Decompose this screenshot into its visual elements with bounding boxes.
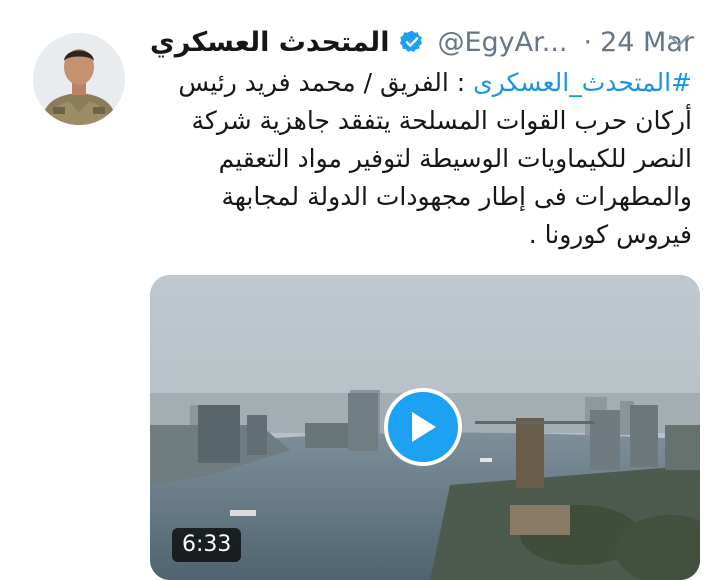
tweet-text: #المتحدث_العسكرى : الفريق / محمد فريد رئ…	[150, 64, 692, 254]
avatar[interactable]	[33, 33, 125, 125]
avatar-image	[33, 33, 125, 125]
chevron-down-icon[interactable]	[668, 34, 690, 48]
user-handle[interactable]: @EgyAr...	[437, 27, 567, 58]
display-name[interactable]: المتحدث العسكري	[150, 27, 389, 58]
hashtag-link[interactable]: #المتحدث_العسكرى	[473, 68, 692, 97]
verified-badge-icon	[400, 30, 423, 52]
play-button[interactable]	[384, 388, 462, 466]
play-icon	[412, 412, 436, 442]
separator-dot: ·	[583, 26, 593, 58]
video-duration-badge: 6:33	[172, 528, 242, 562]
tweet-header: المتحدث العسكري @EgyAr... · 24 Mar	[150, 24, 710, 60]
tweet[interactable]: المتحدث العسكري @EgyAr... · 24 Mar #المت…	[0, 0, 720, 580]
